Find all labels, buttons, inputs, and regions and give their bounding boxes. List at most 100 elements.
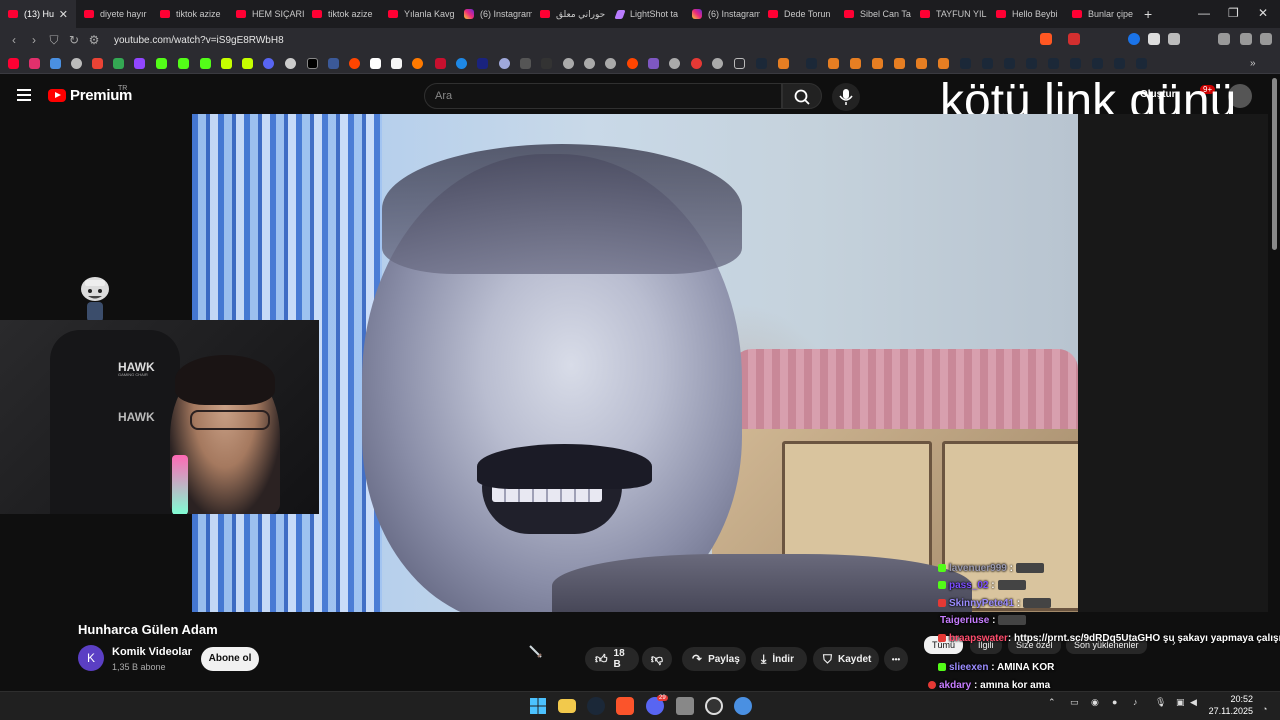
search-button[interactable] (782, 83, 822, 109)
globe-icon[interactable] (712, 58, 723, 69)
subscribe-button[interactable]: Abone ol (201, 647, 259, 671)
close-tab-icon[interactable]: ✕ (59, 8, 68, 21)
like-button[interactable]: 👍︎ 18 B (585, 647, 639, 671)
folder-icon[interactable] (734, 58, 745, 69)
bookmark-icon[interactable] (263, 58, 274, 69)
kick-icon[interactable] (200, 58, 211, 69)
search-input[interactable]: Ara (424, 83, 782, 109)
browser-tab[interactable]: tiktok azize (304, 0, 380, 28)
extensions-puzzle-icon[interactable] (1168, 33, 1180, 45)
browser-tab[interactable]: حوراني معلق (532, 0, 608, 28)
steam-icon[interactable] (1004, 58, 1015, 69)
steam-icon[interactable] (756, 58, 767, 69)
bookmark-icon[interactable] (499, 58, 510, 69)
kick-icon[interactable] (178, 58, 189, 69)
gmail-icon[interactable] (92, 58, 103, 69)
bookmark-icon[interactable] (520, 58, 531, 69)
channel-avatar[interactable]: K (78, 645, 104, 671)
globe-icon[interactable] (563, 58, 574, 69)
steam-icon[interactable] (1114, 58, 1125, 69)
volume-icon[interactable]: ◀ (1190, 697, 1197, 708)
amazon-icon[interactable] (391, 58, 402, 69)
video-player[interactable] (192, 114, 1078, 612)
steam-icon[interactable] (806, 58, 817, 69)
url-field[interactable]: youtube.com/watch?v=iS9gE8RWbH8 (114, 35, 284, 46)
bookmark-icon[interactable] (456, 58, 467, 69)
bookmark-icon[interactable] (691, 58, 702, 69)
bookmark-icon[interactable] (541, 58, 552, 69)
network-icon[interactable]: ▣ (1176, 697, 1185, 708)
steam-icon[interactable] (982, 58, 993, 69)
hamburger-menu-icon[interactable] (17, 89, 31, 91)
globe-icon[interactable] (71, 58, 82, 69)
notification-icon[interactable]: ◔ (1262, 704, 1267, 714)
taskbar-date[interactable]: 27.11.2025 (1203, 706, 1253, 716)
drive-icon[interactable] (113, 58, 124, 69)
twitch-icon[interactable] (134, 58, 145, 69)
maximize-button[interactable]: ❐ (1228, 6, 1239, 20)
battery-icon[interactable]: ▭ (1070, 697, 1079, 708)
bookmark-icon[interactable] (938, 58, 949, 69)
bookmark-icon[interactable] (328, 58, 339, 69)
globe-icon[interactable] (584, 58, 595, 69)
globe-icon[interactable] (669, 58, 680, 69)
media-icon[interactable] (1240, 33, 1252, 45)
bookmark-icon[interactable] (242, 58, 253, 69)
download-icon[interactable] (1218, 33, 1230, 45)
youtube-logo-icon[interactable] (48, 89, 66, 102)
steam-icon[interactable] (1070, 58, 1081, 69)
more-actions-button[interactable]: ••• (884, 647, 908, 671)
x-icon[interactable] (307, 58, 318, 69)
brave-browser-icon[interactable] (616, 697, 634, 715)
bookmark-icon[interactable] (477, 58, 488, 69)
bookmark-icon[interactable] (435, 58, 446, 69)
menu-icon[interactable] (1260, 33, 1272, 45)
speaker-icon[interactable]: ♪ (1133, 697, 1138, 707)
bookmark-icon[interactable] (648, 58, 659, 69)
browser-tab[interactable]: Hello Beybi (988, 0, 1064, 28)
bookmark-icon[interactable] (894, 58, 905, 69)
bookmark-icon[interactable] (916, 58, 927, 69)
steam-icon[interactable] (1048, 58, 1059, 69)
browser-tab[interactable]: (6) Instagram (456, 0, 532, 28)
bookmark-icon[interactable]: ⛉ (44, 33, 64, 48)
channel-name[interactable]: Komik Videolar (112, 646, 192, 658)
save-button[interactable]: ⛉ Kaydet (813, 647, 879, 671)
site-info-icon[interactable]: ⚙ (84, 33, 104, 47)
download-button[interactable]: ⤓ İndir (751, 647, 807, 671)
share-button[interactable]: ↷ Paylaş (682, 647, 746, 671)
microphone-icon[interactable]: 🎙︎ (1155, 697, 1166, 708)
bookmark-icon[interactable] (221, 58, 232, 69)
brave-shield-icon[interactable] (1040, 33, 1052, 45)
translate-icon[interactable] (50, 58, 61, 69)
bookmark-icon[interactable] (778, 58, 789, 69)
browser-tab[interactable]: Yılanla Kavg (380, 0, 456, 28)
obs-icon[interactable] (705, 697, 723, 715)
browser-tab[interactable]: (13) Hu ✕ (0, 0, 76, 28)
tray-app-icon[interactable]: ◉ (1091, 697, 1099, 708)
file-explorer-icon[interactable] (558, 699, 576, 713)
browser-tab[interactable]: diyete hayır (76, 0, 152, 28)
reload-icon[interactable]: ↻ (64, 33, 84, 47)
taskbar-clock[interactable]: 20:52 (1213, 694, 1253, 704)
steam-icon[interactable] (1092, 58, 1103, 69)
windows-start-icon[interactable] (529, 697, 547, 715)
browser-tab[interactable]: tiktok azize (152, 0, 228, 28)
browser-tab[interactable]: (6) Instagram (684, 0, 760, 28)
app-icon[interactable] (676, 697, 694, 715)
minimize-button[interactable]: — (1198, 6, 1210, 20)
steam-icon[interactable] (587, 697, 605, 715)
page-scrollbar[interactable] (1272, 78, 1277, 250)
bookmark-icon[interactable] (872, 58, 883, 69)
app-icon[interactable] (734, 697, 752, 715)
voice-search-button[interactable] (832, 83, 860, 111)
browser-tab[interactable]: TAYFUN YIL (912, 0, 988, 28)
browser-tab[interactable]: Dede Torun (760, 0, 836, 28)
kick-icon[interactable] (156, 58, 167, 69)
extension-icon[interactable] (1148, 33, 1160, 45)
close-window-button[interactable]: ✕ (1258, 6, 1268, 20)
globe-icon[interactable] (605, 58, 616, 69)
browser-tab[interactable]: HEM SIÇARI (228, 0, 304, 28)
back-icon[interactable]: ‹ (4, 33, 24, 47)
tray-overflow-icon[interactable]: ⌃ (1048, 697, 1056, 708)
